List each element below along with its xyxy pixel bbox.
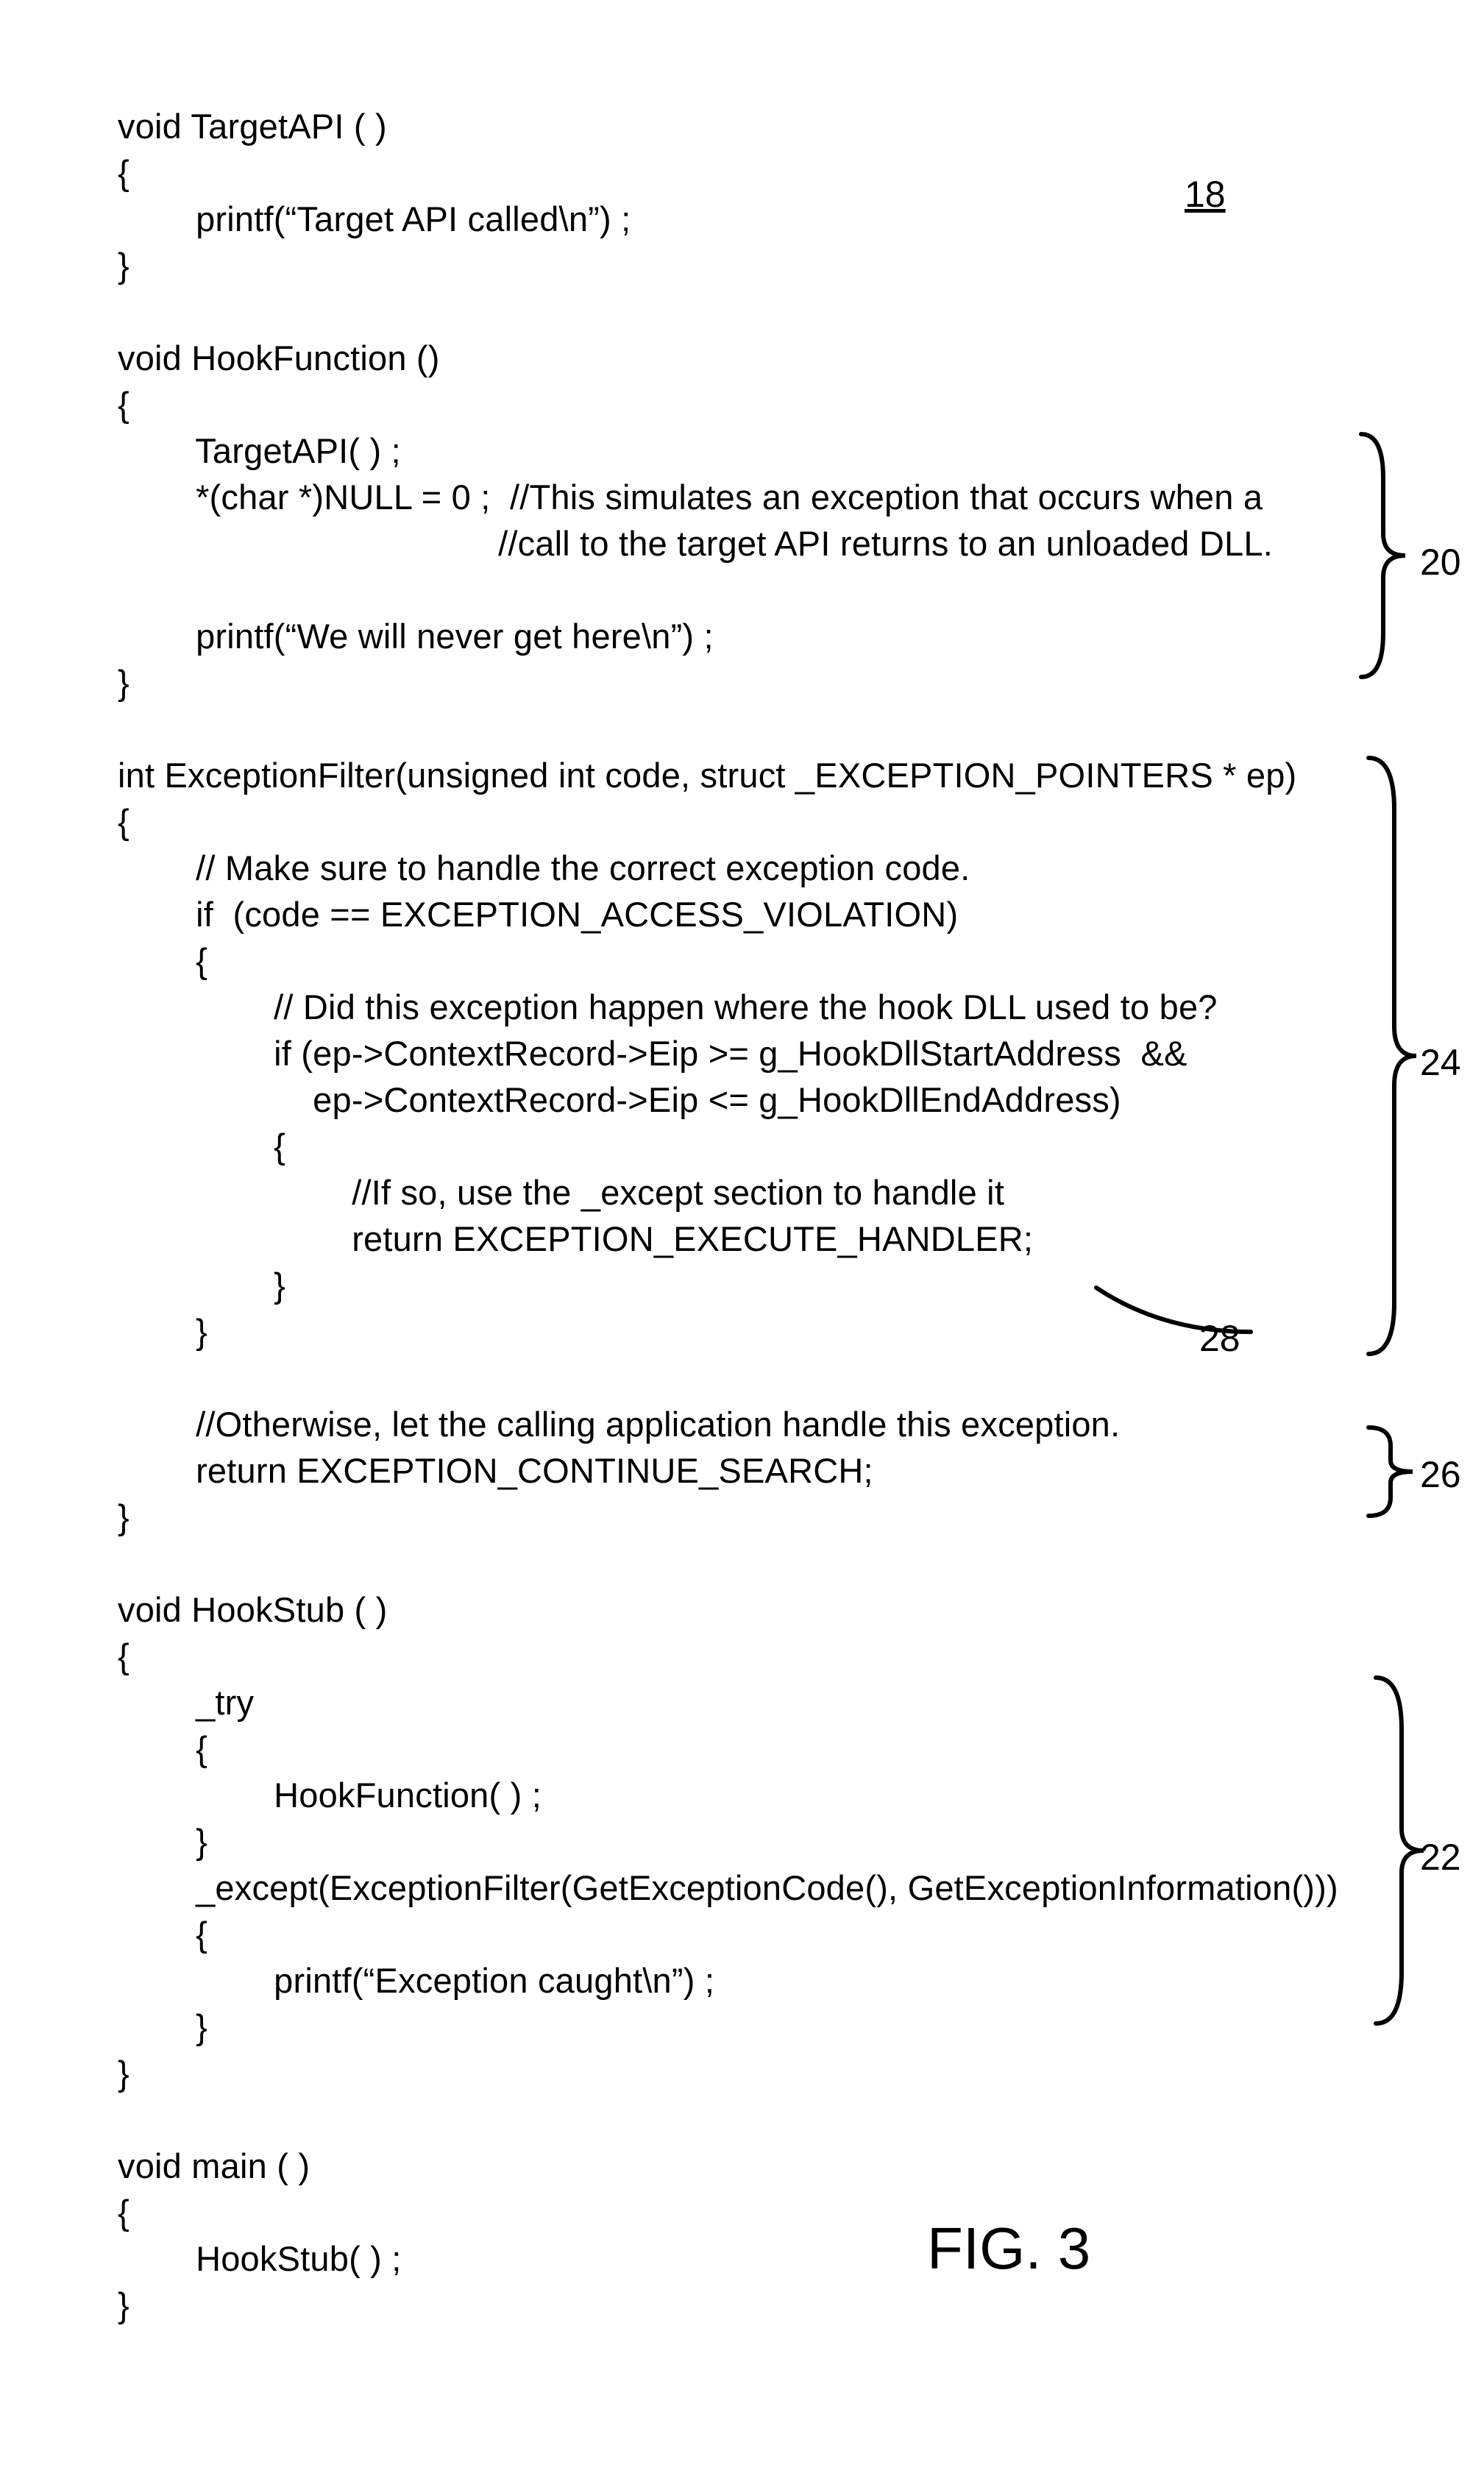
figure-label: FIG. 3 <box>927 2215 1090 2283</box>
code-listing: void TargetAPI ( ) { printf(“Target API … <box>118 103 1396 2328</box>
annotation-26: 26 <box>1420 1453 1461 1496</box>
annotation-24: 24 <box>1420 1041 1461 1084</box>
annotation-20: 20 <box>1420 541 1461 584</box>
figure-page: 18 void TargetAPI ( ) { printf(“Target A… <box>0 0 1484 2465</box>
annotation-28: 28 <box>1199 1317 1240 1360</box>
annotation-22: 22 <box>1420 1836 1461 1879</box>
reference-18: 18 <box>1185 173 1226 216</box>
